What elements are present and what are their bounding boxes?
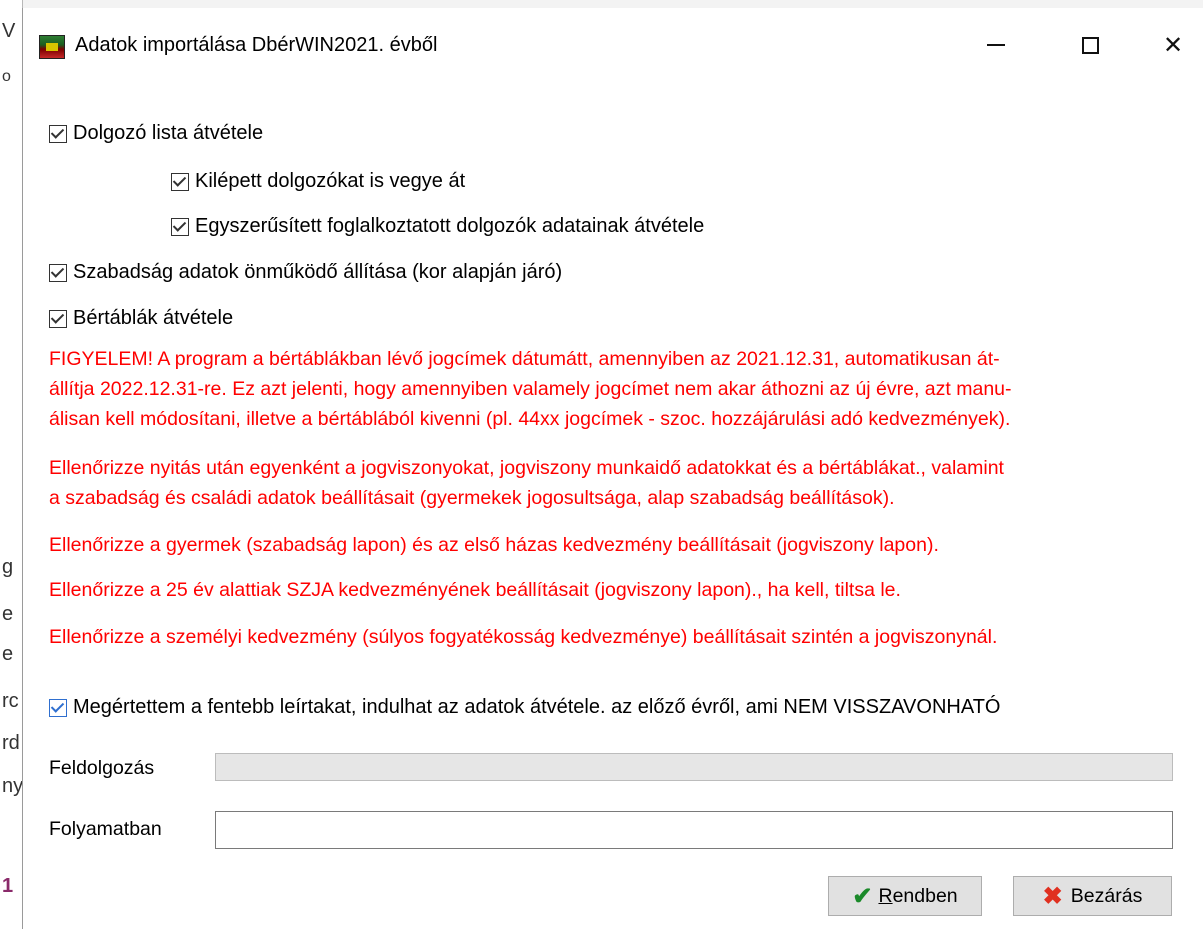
warning-line: a szabadság és családi adatok beállítása… <box>49 487 895 509</box>
confirm-checkbox[interactable] <box>49 698 67 717</box>
processing-progress-bar <box>215 753 1173 781</box>
vacation-label: Szabadság adatok önműködő állítása (kor … <box>73 261 563 283</box>
warning-paragraph-4: Ellenőrizze a 25 év alattiak SZJA kedvez… <box>49 579 901 601</box>
background-text: ny <box>2 775 23 797</box>
background-text: 1 <box>2 875 14 897</box>
minimize-icon <box>987 44 1005 46</box>
employee-list-checkbox[interactable] <box>49 124 67 143</box>
simplified-option[interactable]: Egyszerűsített foglalkoztatott dolgozók … <box>171 215 704 238</box>
close-dialog-label: Bezárás <box>1070 884 1143 907</box>
window-title: Adatok importálása DbérWIN2021. évből <box>75 34 438 56</box>
maximize-icon <box>1081 36 1099 54</box>
ok-button-accesskey: R <box>878 884 893 907</box>
background-text: rd <box>2 732 20 754</box>
background-text: o <box>2 68 11 85</box>
minimize-button[interactable] <box>966 22 1026 68</box>
pay-tables-label: Bértáblák átvétele <box>73 307 234 329</box>
close-button[interactable]: ✕ <box>1143 22 1203 68</box>
warning-paragraph-2: Ellenőrizze nyitás után egyenként a jogv… <box>49 453 1199 513</box>
confirm-label: Megértettem a fentebb leírtakat, indulha… <box>73 696 1001 718</box>
warning-line: Ellenőrizze nyitás után egyenként a jogv… <box>49 457 1004 479</box>
in-progress-field[interactable] <box>215 811 1173 849</box>
terminated-label: Kilépett dolgozókat is vegye át <box>195 170 466 192</box>
warning-paragraph-3: Ellenőrizze a gyermek (szabadság lapon) … <box>49 534 939 556</box>
background-text: g <box>2 556 14 578</box>
maximize-button[interactable] <box>1060 22 1120 68</box>
employee-list-label: Dolgozó lista átvétele <box>73 122 264 144</box>
ok-button[interactable]: ✔ Rendben <box>828 876 982 916</box>
vacation-checkbox[interactable] <box>49 263 67 282</box>
vacation-option[interactable]: Szabadság adatok önműködő állítása (kor … <box>49 261 562 284</box>
background-text: rc <box>2 690 19 712</box>
background-text: e <box>2 603 14 625</box>
title-bar[interactable]: Adatok importálása DbérWIN2021. évből ✕ <box>23 8 1203 74</box>
warning-paragraph-1: FIGYELEM! A program a bértáblákban lévő … <box>49 344 1199 434</box>
checkmark-icon: ✔ <box>852 882 873 910</box>
warning-line: állítja 2022.12.31-re. Ez azt jelenti, h… <box>49 378 1012 400</box>
close-x-icon: ✖ <box>1042 882 1063 910</box>
employee-list-option[interactable]: Dolgozó lista átvétele <box>49 122 263 145</box>
terminated-checkbox[interactable] <box>171 172 189 191</box>
warning-paragraph-5: Ellenőrizze a személyi kedvezmény (súlyo… <box>49 626 998 648</box>
app-icon <box>39 35 65 59</box>
import-dialog: Adatok importálása DbérWIN2021. évből ✕ … <box>22 8 1203 929</box>
in-progress-label: Folyamatban <box>49 818 162 840</box>
warning-line: álisan kell módosítani, illetve a bértáb… <box>49 408 1011 430</box>
pay-tables-option[interactable]: Bértáblák átvétele <box>49 307 233 330</box>
background-text: e <box>2 643 14 665</box>
background-window: V o g e e rc rd ny 1 <box>0 0 23 929</box>
close-dialog-button[interactable]: ✖ Bezárás <box>1013 876 1172 916</box>
simplified-label: Egyszerűsített foglalkoztatott dolgozók … <box>195 215 705 237</box>
background-text: V <box>2 20 16 42</box>
pay-tables-checkbox[interactable] <box>49 309 67 328</box>
processing-label: Feldolgozás <box>49 757 155 779</box>
close-icon: ✕ <box>1162 31 1184 59</box>
warning-line: FIGYELEM! A program a bértáblákban lévő … <box>49 348 1000 370</box>
simplified-checkbox[interactable] <box>171 217 189 236</box>
confirm-option[interactable]: Megértettem a fentebb leírtakat, indulha… <box>49 696 1000 719</box>
terminated-option[interactable]: Kilépett dolgozókat is vegye át <box>171 170 465 193</box>
ok-button-label: endben <box>892 884 958 907</box>
